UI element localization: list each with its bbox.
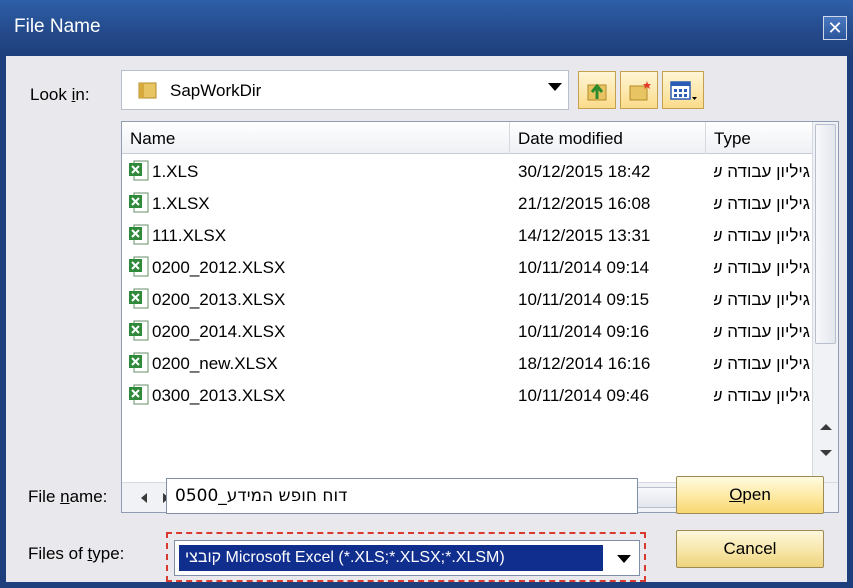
new-folder-icon — [629, 81, 651, 101]
list-item[interactable]: 0200_new.XLSX 18/12/2014 16:16 גיליון עב… — [122, 348, 812, 380]
list-item[interactable]: 1.XLS 30/12/2015 18:42 גיליון עבודה של — [122, 156, 812, 188]
list-item[interactable]: 0200_2014.XLSX 10/11/2014 09:16 גיליון ע… — [122, 316, 812, 348]
folder-icon — [138, 82, 157, 99]
look-in-dropdown[interactable]: SapWorkDir — [121, 70, 569, 110]
column-header-date-modified[interactable]: Date modified — [510, 122, 706, 154]
folder-up-icon — [587, 83, 607, 101]
file-type: גיליון עבודה של — [714, 386, 810, 405]
file-date: 14/12/2015 13:31 — [518, 226, 651, 245]
excel-file-icon — [129, 192, 149, 213]
file-date: 10/11/2014 09:14 — [518, 258, 650, 277]
files-of-type-dropdown[interactable]: קובצי Microsoft Excel (*.XLS;*.XLSX;*.XL… — [174, 540, 640, 576]
file-date: 10/11/2014 09:46 — [518, 386, 650, 405]
file-type: גיליון עבודה של — [714, 290, 810, 309]
dialog-body: Look in: SapWorkDir Name Date modified T… — [6, 56, 847, 582]
file-name: 0300_2013.XLSX — [152, 386, 286, 405]
file-type: גיליון עבודה של — [714, 354, 810, 373]
files-of-type-value: קובצי Microsoft Excel (*.XLS;*.XLSX;*.XL… — [179, 545, 603, 571]
scroll-down-icon[interactable] — [817, 444, 835, 462]
vertical-scrollbar[interactable] — [812, 122, 838, 484]
excel-file-icon — [129, 320, 149, 341]
file-date: 30/12/2015 18:42 — [518, 162, 651, 181]
excel-file-icon — [129, 256, 149, 277]
file-dialog: File Name ✕ Look in: SapWorkDir Name Dat… — [0, 0, 853, 588]
window-title: File Name — [14, 16, 101, 37]
close-icon: ✕ — [827, 18, 843, 38]
file-type: גיליון עבודה של — [714, 194, 810, 213]
excel-file-icon — [129, 352, 149, 373]
file-name-input[interactable] — [166, 478, 638, 514]
file-type: גיליון עבודה של — [714, 258, 810, 277]
chevron-down-icon[interactable] — [548, 83, 562, 91]
file-name: 1.XLSX — [152, 194, 210, 213]
file-name: 1.XLS — [152, 162, 199, 181]
title-bar: File Name ✕ — [0, 0, 853, 56]
list-item[interactable]: 111.XLSX 14/12/2015 13:31 גיליון עבודה ש… — [122, 220, 812, 252]
view-grid-icon — [670, 81, 697, 100]
file-date: 21/12/2015 16:08 — [518, 194, 651, 213]
file-name: 0200_2012.XLSX — [152, 258, 286, 277]
open-button[interactable]: Open — [676, 476, 824, 514]
file-type: גיליון עבודה של — [714, 322, 810, 341]
scroll-up-icon[interactable] — [817, 418, 835, 436]
list-header: Name Date modified Type — [122, 122, 812, 154]
excel-file-icon — [129, 224, 149, 245]
cancel-button[interactable]: Cancel — [676, 530, 824, 568]
close-button[interactable]: ✕ — [823, 16, 847, 40]
list-item[interactable]: 0200_2013.XLSX 10/11/2014 09:15 גיליון ע… — [122, 284, 812, 316]
column-header-type[interactable]: Type — [706, 122, 816, 154]
files-of-type-focus: קובצי Microsoft Excel (*.XLS;*.XLSX;*.XL… — [166, 532, 646, 582]
new-folder-button[interactable] — [620, 71, 658, 109]
view-menu-button[interactable] — [662, 71, 704, 109]
file-date: 18/12/2014 16:16 — [518, 354, 651, 373]
list-item[interactable]: 0200_2012.XLSX 10/11/2014 09:14 גיליון ע… — [122, 252, 812, 284]
file-name: 0200_2013.XLSX — [152, 290, 286, 309]
scroll-left-icon[interactable] — [136, 490, 152, 506]
file-name: 111.XLSX — [152, 226, 227, 245]
look-in-value: SapWorkDir — [170, 81, 262, 100]
file-type: גיליון עבודה של — [714, 162, 810, 181]
excel-file-icon — [129, 288, 149, 309]
chevron-down-icon[interactable] — [617, 555, 631, 563]
excel-file-icon — [129, 384, 149, 405]
file-type: גיליון עבודה של — [714, 226, 810, 245]
file-name: 0200_2014.XLSX — [152, 322, 286, 341]
file-name-label: File name: — [28, 487, 108, 506]
list-item[interactable]: 0300_2013.XLSX 10/11/2014 09:46 גיליון ע… — [122, 380, 812, 412]
file-date: 10/11/2014 09:16 — [518, 322, 650, 341]
excel-file-icon — [129, 160, 149, 181]
files-of-type-label: Files of type: — [28, 544, 125, 563]
file-date: 10/11/2014 09:15 — [518, 290, 650, 309]
up-one-level-button[interactable] — [578, 71, 616, 109]
file-list[interactable]: Name Date modified Type 1.XLS 30/12/2015… — [121, 121, 839, 513]
column-header-name[interactable]: Name — [122, 122, 510, 154]
look-in-label: Look in: — [30, 85, 90, 104]
list-item[interactable]: 1.XLSX 21/12/2015 16:08 גיליון עבודה של — [122, 188, 812, 220]
file-name: 0200_new.XLSX — [152, 354, 278, 373]
vertical-scroll-thumb[interactable] — [815, 124, 836, 344]
